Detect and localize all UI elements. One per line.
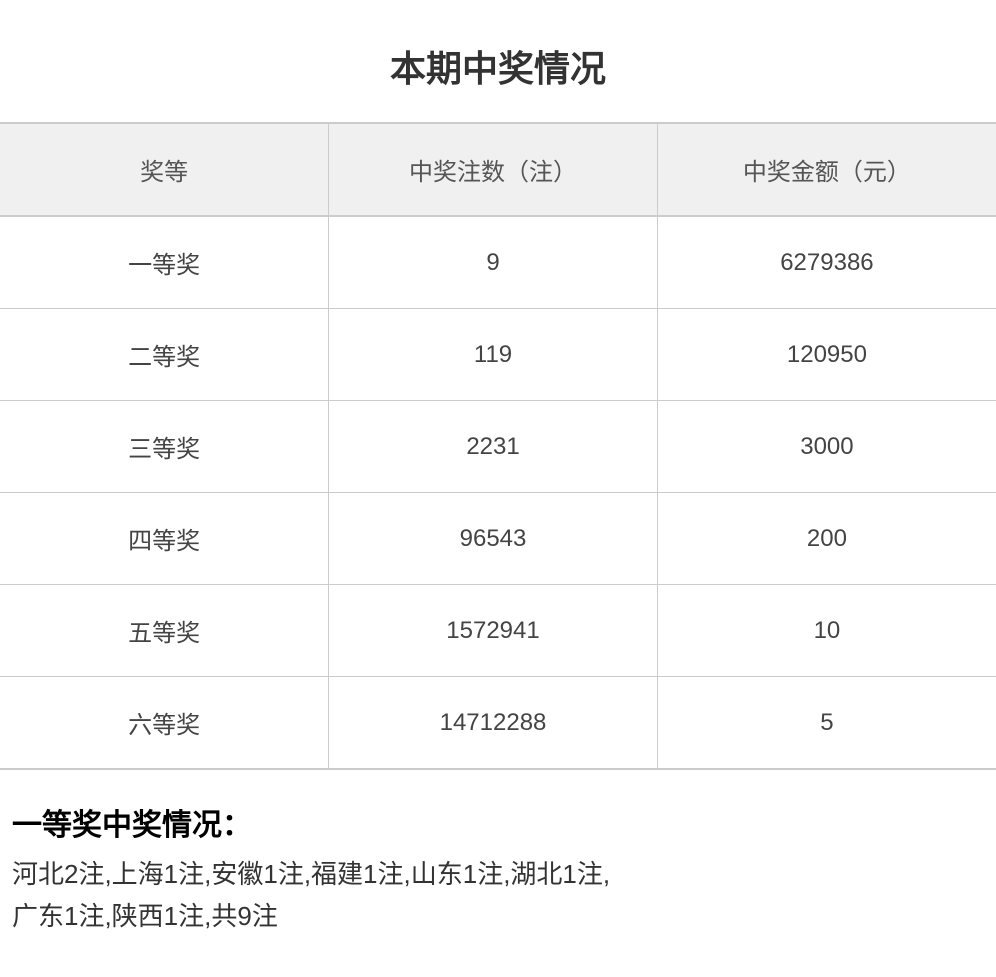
col-header-count: 中奖注数（注）: [329, 124, 658, 216]
prize-count-cell: 9: [329, 216, 658, 309]
prize-amount-cell: 6279386: [657, 216, 996, 309]
col-header-amount: 中奖金额（元）: [657, 124, 996, 216]
table-row: 五等奖157294110: [0, 585, 996, 677]
col-header-prize: 奖等: [0, 124, 329, 216]
prize-level-cell: 二等奖: [0, 309, 329, 401]
first-prize-title: 一等奖中奖情况：: [12, 800, 984, 844]
prize-level-cell: 五等奖: [0, 585, 329, 677]
prize-table-wrapper: 奖等 中奖注数（注） 中奖金额（元） 一等奖96279386二等奖1191209…: [0, 122, 996, 770]
prize-count-cell: 96543: [329, 493, 658, 585]
prize-amount-cell: 120950: [657, 309, 996, 401]
prize-amount-cell: 200: [657, 493, 996, 585]
prize-level-cell: 四等奖: [0, 493, 329, 585]
table-header-row: 奖等 中奖注数（注） 中奖金额（元）: [0, 124, 996, 216]
table-row: 一等奖96279386: [0, 216, 996, 309]
prize-count-cell: 2231: [329, 401, 658, 493]
table-row: 二等奖119120950: [0, 309, 996, 401]
first-prize-section: 一等奖中奖情况： 河北2注,上海1注,安徽1注,福建1注,山东1注,湖北1注, …: [0, 770, 996, 947]
table-row: 三等奖22313000: [0, 401, 996, 493]
prize-count-cell: 14712288: [329, 677, 658, 769]
first-prize-detail-line2: 广东1注,陕西1注,共9注: [12, 896, 984, 938]
table-row: 四等奖96543200: [0, 493, 996, 585]
prize-table: 奖等 中奖注数（注） 中奖金额（元） 一等奖96279386二等奖1191209…: [0, 124, 996, 768]
prize-amount-cell: 3000: [657, 401, 996, 493]
prize-level-cell: 一等奖: [0, 216, 329, 309]
page-title: 本期中奖情况: [0, 20, 996, 122]
prize-amount-cell: 5: [657, 677, 996, 769]
prize-level-cell: 六等奖: [0, 677, 329, 769]
first-prize-detail-line1: 河北2注,上海1注,安徽1注,福建1注,山东1注,湖北1注,: [12, 854, 984, 896]
table-row: 六等奖147122885: [0, 677, 996, 769]
prize-count-cell: 1572941: [329, 585, 658, 677]
prize-count-cell: 119: [329, 309, 658, 401]
prize-amount-cell: 10: [657, 585, 996, 677]
page-container: 本期中奖情况 奖等 中奖注数（注） 中奖金额（元） 一等奖96279386二等奖…: [0, 0, 996, 977]
prize-level-cell: 三等奖: [0, 401, 329, 493]
